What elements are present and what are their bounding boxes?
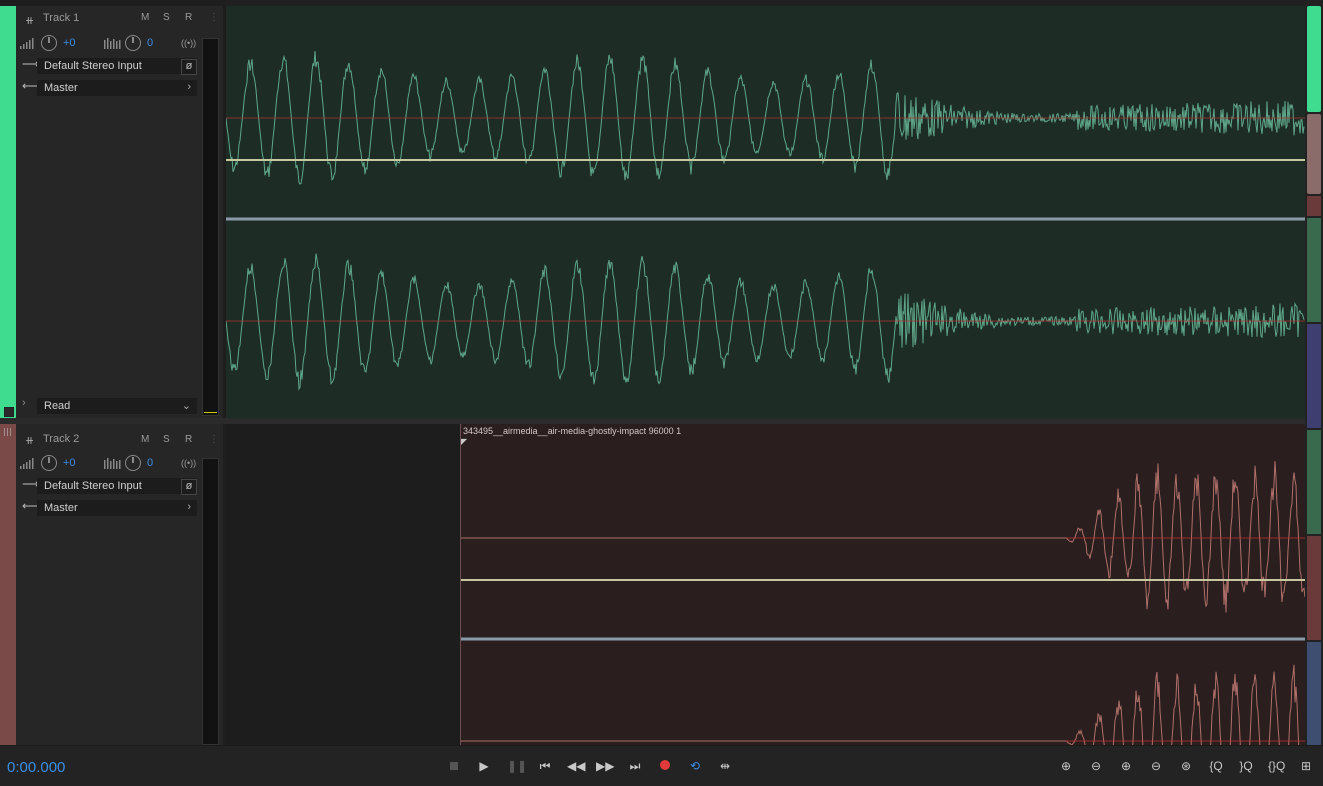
zoom-out-amplitude-icon: ⊖ [1090,759,1102,773]
track-1-more-icon[interactable]: ⋮ [209,12,219,23]
track-2-pan-value[interactable]: 0 [147,457,153,469]
volume-bars-icon [20,36,34,49]
track-2-mute-button[interactable]: M [141,434,149,445]
track-1-header: ⧺ Track 1 M S R ⋮ +0 0 ((•)) ⟶ Default S… [16,6,223,418]
track-1-waveform [226,50,1305,391]
automation-expand-icon[interactable]: › [22,397,26,409]
transport-bar: 0:00.000 ▶ ❚❚ ⏮ ◀◀ ▶▶ ⏭ ⟲ ⇹ ⊕ ⊖ ⊕ ⊖ ⊛ {Q… [0,745,1323,786]
track-2-output-select[interactable]: Master › [37,500,197,516]
skip-selection-button[interactable]: ⇹ [717,758,733,774]
skip-back-icon: ⏮ [539,759,551,773]
zoom-full-point-button[interactable]: {}Q [1268,758,1286,774]
zoom-in-time-icon: ⊕ [1120,759,1132,773]
zoom-out-point-icon: }Q [1239,759,1253,773]
scroll-overview-segment [1307,536,1321,640]
go-to-end-button[interactable]: ⏭ [627,758,643,774]
zoom-in-point-button[interactable]: {Q [1208,758,1224,774]
current-time-display[interactable]: 0:00.000 [7,759,65,776]
track-2-level-meter [202,458,219,745]
vertical-scrollbar[interactable] [1305,0,1323,745]
play-icon: ▶ [479,759,489,773]
track-1-pan-knob[interactable] [125,35,141,51]
zoom-full-button[interactable]: ⊛ [1178,758,1194,774]
track-1-volume-knob[interactable] [41,35,57,51]
track-2-volume-value[interactable]: +0 [63,457,76,469]
scroll-overview-segment [1307,642,1321,745]
pause-icon: ❚❚ [507,759,528,773]
scroll-overview-segment [1307,196,1321,216]
track-1-collapse-box[interactable] [4,407,14,417]
pan-icon [104,36,121,49]
pause-button[interactable]: ❚❚ [507,758,527,774]
track-1-monitor-input-icon[interactable]: ((•)) [181,38,196,48]
zoom-out-time-button[interactable]: ⊖ [1148,758,1164,774]
chevron-right-icon: › [187,501,191,513]
stop-button[interactable] [446,758,462,774]
zoom-selection-button[interactable]: ⊞ [1298,758,1314,774]
track-grip-icon[interactable]: ⧺ [25,434,37,447]
track-1-name[interactable]: Track 1 [43,12,79,24]
zoom-out-point-button[interactable]: }Q [1238,758,1254,774]
track-1-volume-value[interactable]: +0 [63,37,76,49]
chevron-right-icon: › [187,81,191,93]
audio-clip[interactable]: 343495__airmedia__air-media-ghostly-impa… [460,424,1306,745]
scroll-overview-segment [1307,324,1321,428]
pan-icon [104,456,121,469]
track-2-lane[interactable]: 343495__airmedia__air-media-ghostly-impa… [226,424,1306,745]
zoom-in-point-icon: {Q [1209,759,1223,773]
zoom-in-amplitude-button[interactable]: ⊕ [1058,758,1074,774]
skip-forward-icon: ⏭ [629,759,641,773]
zoom-out-amplitude-button[interactable]: ⊖ [1088,758,1104,774]
track-1-lane[interactable] [226,6,1305,418]
track-2-header: ⧺ Track 2 M S R ⋮ +0 0 ((•)) ⟶ Default S… [16,424,223,745]
skip-selection-icon: ⇹ [719,759,731,773]
track-2-pan-knob[interactable] [125,455,141,471]
track-2-grip-icon[interactable] [4,428,12,436]
record-icon [660,760,670,770]
track-1-automation-select[interactable]: Read ⌄ [37,398,197,414]
go-to-start-button[interactable]: ⏮ [537,758,553,774]
track-1-pan-value[interactable]: 0 [147,37,153,49]
rewind-button[interactable]: ◀◀ [567,758,586,774]
track-1-phase-invert-icon[interactable]: ø [181,59,197,75]
volume-bars-icon [20,456,34,469]
scroll-thumb-track-1[interactable] [1307,6,1321,112]
scroll-overview-segment [1307,430,1321,534]
zoom-selection-icon: ⊞ [1300,759,1312,773]
zoom-out-time-icon: ⊖ [1150,759,1162,773]
track-2-record-button[interactable]: R [185,434,192,445]
fast-forward-icon: ▶▶ [596,759,615,773]
track-2-input-select[interactable]: Default Stereo Input› [37,478,197,494]
track-2-solo-button[interactable]: S [163,434,170,445]
scroll-overview-segment [1307,218,1321,322]
track-2-name[interactable]: Track 2 [43,433,79,445]
track-2-more-icon[interactable]: ⋮ [209,434,219,445]
loop-icon: ⟲ [689,759,701,773]
track-2-volume-knob[interactable] [41,455,57,471]
stop-icon [450,762,458,770]
track-2-waveform [461,461,1306,745]
track-1-record-button[interactable]: R [185,12,192,23]
track-1-mute-button[interactable]: M [141,12,149,23]
chevron-down-icon: ⌄ [181,400,191,412]
fast-forward-button[interactable]: ▶▶ [596,758,615,774]
rewind-icon: ◀◀ [567,759,586,773]
track-1-input-select[interactable]: Default Stereo Input› [37,58,197,74]
record-button[interactable] [657,758,673,774]
track-2-phase-invert-icon[interactable]: ø [181,479,197,495]
zoom-full-point-icon: {}Q [1268,759,1286,773]
zoom-in-amplitude-icon: ⊕ [1060,759,1072,773]
track-2-color-strip [0,424,16,745]
scroll-overview-segment [1307,114,1321,194]
loop-button[interactable]: ⟲ [687,758,703,774]
track-2-monitor-input-icon[interactable]: ((•)) [181,458,196,468]
play-button[interactable]: ▶ [476,758,492,774]
track-1-solo-button[interactable]: S [163,12,170,23]
zoom-in-time-button[interactable]: ⊕ [1118,758,1134,774]
track-1-color-strip [0,6,16,418]
track-grip-icon[interactable]: ⧺ [25,14,37,27]
track-1-output-select[interactable]: Master › [37,80,197,96]
zoom-full-icon: ⊛ [1180,759,1192,773]
track-1-level-meter [202,38,219,416]
